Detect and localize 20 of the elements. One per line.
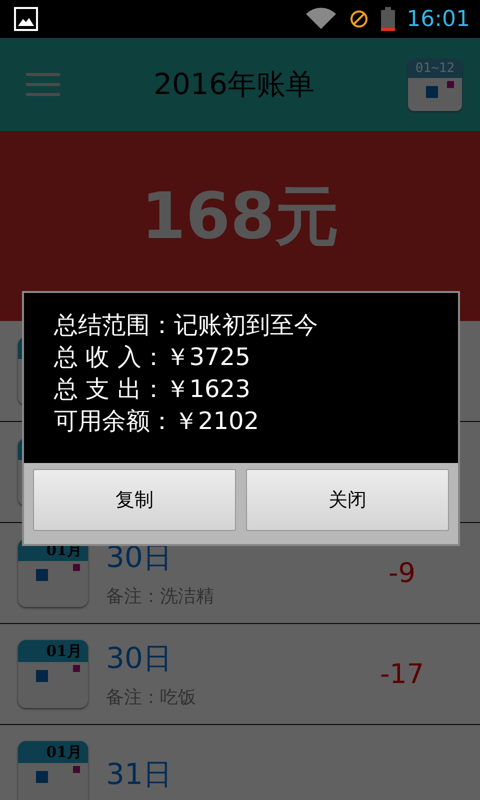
dialog-button[interactable]: 关闭 — [246, 469, 449, 531]
summary-line: 总结范围：记账初到至今 — [54, 310, 319, 341]
entry-amount: -17 — [378, 658, 426, 690]
blocked-icon — [348, 9, 369, 29]
summary-line: 总 支 出：￥1623 — [54, 374, 252, 405]
image-icon — [14, 7, 38, 31]
summary-line: 总 收 入：￥3725 — [54, 342, 252, 373]
clock: 16:01 — [406, 6, 470, 32]
battery-icon — [380, 7, 395, 31]
balance-amount: 168元 — [141, 178, 339, 256]
calendar-icon: 01月 — [18, 741, 88, 800]
wifi-icon — [304, 7, 337, 31]
entry-date: 31日 — [106, 756, 173, 793]
dialog-button[interactable]: 复制 — [33, 469, 236, 531]
entry-date: 30日 — [106, 640, 173, 677]
menu-icon[interactable] — [26, 70, 60, 98]
entry-amount: -9 — [388, 558, 416, 588]
summary-line: 可用余额：￥2102 — [54, 406, 260, 437]
calendar-icon: 01月 — [18, 640, 88, 708]
app-title: 2016年账单 — [154, 66, 314, 102]
